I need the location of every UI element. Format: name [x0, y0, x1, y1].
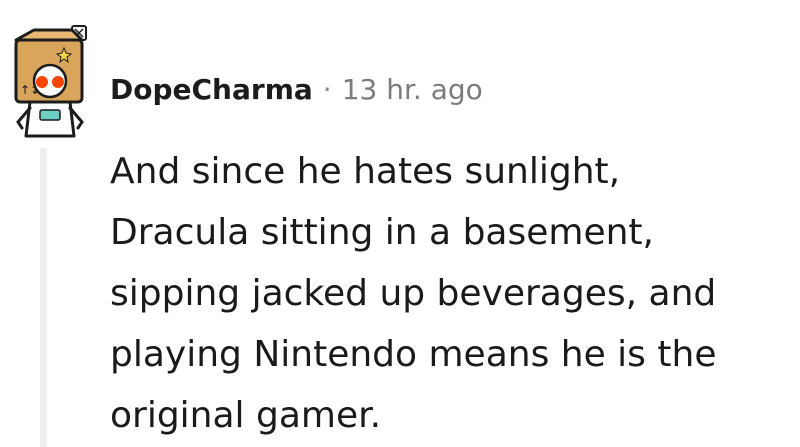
meta-separator: · [322, 73, 332, 106]
comment-body-line: Dracula sitting in a basement, [110, 212, 654, 253]
user-avatar[interactable]: ↑↕ [0, 18, 100, 143]
comment-body: And since he hates sunlight, Dracula sit… [110, 141, 790, 446]
comment-body-line: original gamer. [110, 395, 382, 436]
comment-body-line: playing Nintendo means he is the [110, 334, 717, 375]
thread-line[interactable] [40, 148, 47, 447]
comment: ↑↕ DopeCharma · 13 hr. ago And since he ha… [0, 0, 800, 447]
snoo-robot-avatar-icon: ↑↕ [14, 25, 87, 138]
comment-meta: DopeCharma · 13 hr. ago [110, 72, 483, 108]
comment-body-line: sipping jacked up beverages, and [110, 273, 717, 314]
timestamp-link[interactable]: 13 hr. ago [342, 73, 483, 106]
comment-body-line: And since he hates sunlight, [110, 151, 621, 192]
username-link[interactable]: DopeCharma [110, 73, 313, 106]
